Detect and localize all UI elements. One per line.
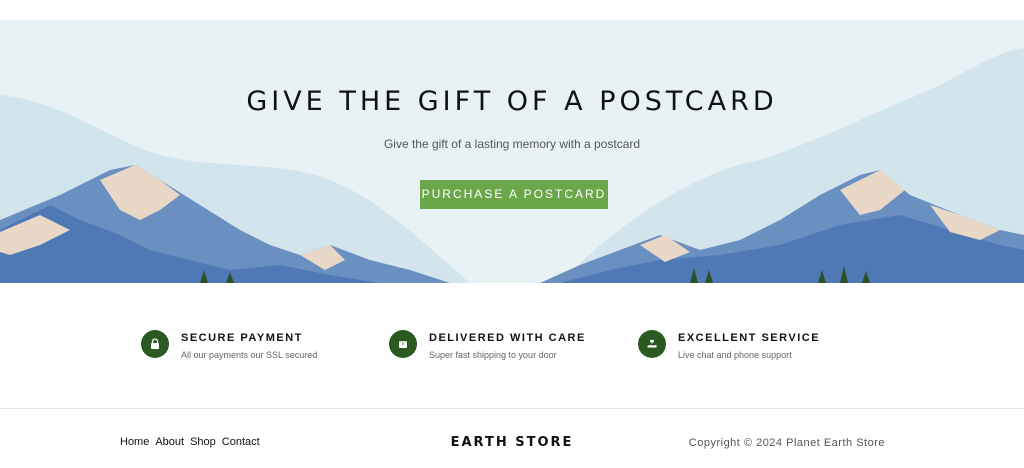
hero-subtitle: Give the gift of a lasting memory with a…	[383, 137, 641, 151]
footer-copyright: Copyright © 2024 Planet Earth Store	[688, 437, 885, 449]
feature-description: All our payments our SSL secured	[181, 350, 318, 360]
lock-icon	[141, 330, 169, 358]
feature-delivered-with-care: DELIVERED WITH CARE Super fast shipping …	[389, 330, 586, 370]
feature-title: EXCELLENT SERVICE	[678, 332, 821, 344]
hero-banner: GIVE THE GIFT OF A POSTCARD Give the gif…	[0, 20, 1024, 283]
feature-description: Super fast shipping to your door	[429, 350, 557, 360]
hand-heart-icon	[638, 330, 666, 358]
hero-content: GIVE THE GIFT OF A POSTCARD Give the gif…	[0, 20, 1024, 283]
feature-description: Live chat and phone support	[678, 350, 792, 360]
page: GIVE THE GIFT OF A POSTCARD Give the gif…	[0, 0, 1024, 468]
feature-title: SECURE PAYMENT	[181, 332, 303, 344]
box-icon	[389, 330, 417, 358]
feature-excellent-service: EXCELLENT SERVICE Live chat and phone su…	[638, 330, 820, 370]
purchase-postcard-button[interactable]: PURCHASE A POSTCARD	[420, 180, 608, 209]
feature-secure-payment: SECURE PAYMENT All our payments our SSL …	[141, 330, 317, 370]
hero-title: GIVE THE GIFT OF A POSTCARD	[246, 86, 778, 117]
feature-title: DELIVERED WITH CARE	[429, 332, 586, 344]
site-footer: Home About Shop Contact EARTH STORE Copy…	[0, 408, 1024, 468]
features-bar: SECURE PAYMENT All our payments our SSL …	[0, 283, 1024, 408]
